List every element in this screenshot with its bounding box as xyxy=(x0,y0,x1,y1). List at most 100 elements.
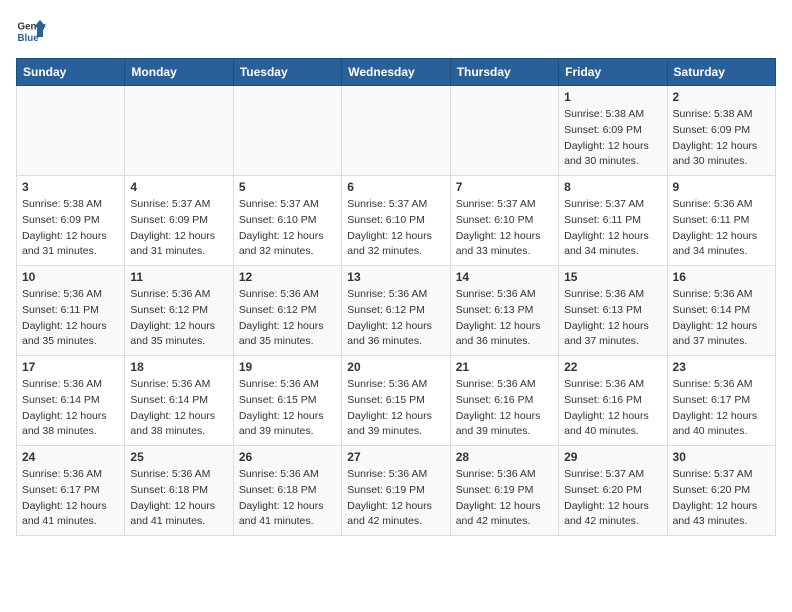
day-number: 22 xyxy=(564,360,661,374)
day-details: Sunrise: 5:36 AM Sunset: 6:11 PM Dayligh… xyxy=(22,287,119,350)
day-details: Sunrise: 5:36 AM Sunset: 6:12 PM Dayligh… xyxy=(347,287,444,350)
calendar-table: SundayMondayTuesdayWednesdayThursdayFrid… xyxy=(16,58,776,536)
day-number: 20 xyxy=(347,360,444,374)
calendar-cell-1-3: 6 Sunrise: 5:37 AM Sunset: 6:10 PM Daylig… xyxy=(342,176,450,266)
logo-icon: General Blue xyxy=(16,16,46,46)
day-number: 7 xyxy=(456,180,553,194)
day-details: Sunrise: 5:36 AM Sunset: 6:14 PM Dayligh… xyxy=(130,377,227,440)
day-details: Sunrise: 5:36 AM Sunset: 6:14 PM Dayligh… xyxy=(22,377,119,440)
day-number: 11 xyxy=(130,270,227,284)
calendar-cell-0-5: 1Sunrise: 5:38 AM Sunset: 6:09 PM Daylig… xyxy=(559,86,667,176)
day-number: 3 xyxy=(22,180,119,194)
day-details: Sunrise: 5:36 AM Sunset: 6:16 PM Dayligh… xyxy=(564,377,661,440)
day-number: 29 xyxy=(564,450,661,464)
calendar-cell-1-4: 7 Sunrise: 5:37 AM Sunset: 6:10 PM Daylig… xyxy=(450,176,558,266)
calendar-cell-3-3: 20 Sunrise: 5:36 AM Sunset: 6:15 PM Dayli… xyxy=(342,356,450,446)
day-details: Sunrise: 5:37 AM Sunset: 6:20 PM Dayligh… xyxy=(564,467,661,530)
day-number: 4 xyxy=(130,180,227,194)
day-number: 15 xyxy=(564,270,661,284)
day-number: 6 xyxy=(347,180,444,194)
day-number: 18 xyxy=(130,360,227,374)
day-number: 13 xyxy=(347,270,444,284)
calendar-cell-3-5: 22 Sunrise: 5:36 AM Sunset: 6:16 PM Dayli… xyxy=(559,356,667,446)
calendar-cell-2-3: 13 Sunrise: 5:36 AM Sunset: 6:12 PM Dayli… xyxy=(342,266,450,356)
day-details: Sunrise: 5:36 AM Sunset: 6:15 PM Dayligh… xyxy=(239,377,336,440)
calendar-cell-2-2: 12 Sunrise: 5:36 AM Sunset: 6:12 PM Dayli… xyxy=(233,266,341,356)
calendar-cell-0-0 xyxy=(17,86,125,176)
calendar-cell-4-2: 26 Sunrise: 5:36 AM Sunset: 6:18 PM Dayli… xyxy=(233,446,341,536)
calendar-cell-0-1 xyxy=(125,86,233,176)
day-number: 27 xyxy=(347,450,444,464)
day-details: Sunrise: 5:37 AM Sunset: 6:10 PM Dayligh… xyxy=(239,197,336,260)
calendar-cell-4-1: 25Sunrise: 5:36 AM Sunset: 6:18 PM Dayli… xyxy=(125,446,233,536)
day-details: Sunrise: 5:38 AM Sunset: 6:09 PM Dayligh… xyxy=(22,197,119,260)
calendar-row-1: 3 Sunrise: 5:38 AM Sunset: 6:09 PM Daylig… xyxy=(17,176,776,266)
weekday-header-thursday: Thursday xyxy=(450,59,558,86)
day-number: 12 xyxy=(239,270,336,284)
calendar-row-2: 10 Sunrise: 5:36 AM Sunset: 6:11 PM Dayli… xyxy=(17,266,776,356)
weekday-header-saturday: Saturday xyxy=(667,59,775,86)
day-details: Sunrise: 5:36 AM Sunset: 6:17 PM Dayligh… xyxy=(22,467,119,530)
day-number: 24 xyxy=(22,450,119,464)
day-number: 10 xyxy=(22,270,119,284)
calendar-cell-4-6: 30 Sunrise: 5:37 AM Sunset: 6:20 PM Dayli… xyxy=(667,446,775,536)
calendar-cell-0-6: 2 Sunrise: 5:38 AM Sunset: 6:09 PM Daylig… xyxy=(667,86,775,176)
day-details: Sunrise: 5:37 AM Sunset: 6:10 PM Dayligh… xyxy=(456,197,553,260)
day-details: Sunrise: 5:36 AM Sunset: 6:12 PM Dayligh… xyxy=(130,287,227,350)
calendar-cell-4-0: 24 Sunrise: 5:36 AM Sunset: 6:17 PM Dayli… xyxy=(17,446,125,536)
calendar-cell-0-3 xyxy=(342,86,450,176)
weekday-header-tuesday: Tuesday xyxy=(233,59,341,86)
day-details: Sunrise: 5:36 AM Sunset: 6:11 PM Dayligh… xyxy=(673,197,770,260)
day-details: Sunrise: 5:37 AM Sunset: 6:10 PM Dayligh… xyxy=(347,197,444,260)
day-number: 26 xyxy=(239,450,336,464)
day-details: Sunrise: 5:36 AM Sunset: 6:14 PM Dayligh… xyxy=(673,287,770,350)
weekday-header-row: SundayMondayTuesdayWednesdayThursdayFrid… xyxy=(17,59,776,86)
day-details: Sunrise: 5:36 AM Sunset: 6:19 PM Dayligh… xyxy=(456,467,553,530)
calendar-cell-1-6: 9 Sunrise: 5:36 AM Sunset: 6:11 PM Daylig… xyxy=(667,176,775,266)
day-details: Sunrise: 5:36 AM Sunset: 6:18 PM Dayligh… xyxy=(239,467,336,530)
calendar-cell-1-0: 3 Sunrise: 5:38 AM Sunset: 6:09 PM Daylig… xyxy=(17,176,125,266)
day-number: 28 xyxy=(456,450,553,464)
day-number: 5 xyxy=(239,180,336,194)
calendar-cell-3-4: 21 Sunrise: 5:36 AM Sunset: 6:16 PM Dayli… xyxy=(450,356,558,446)
logo: General Blue xyxy=(16,16,46,46)
day-details: Sunrise: 5:37 AM Sunset: 6:20 PM Dayligh… xyxy=(673,467,770,530)
calendar-cell-0-2 xyxy=(233,86,341,176)
day-details: Sunrise: 5:36 AM Sunset: 6:15 PM Dayligh… xyxy=(347,377,444,440)
calendar-cell-0-4 xyxy=(450,86,558,176)
calendar-cell-4-5: 29 Sunrise: 5:37 AM Sunset: 6:20 PM Dayli… xyxy=(559,446,667,536)
calendar-cell-2-6: 16Sunrise: 5:36 AM Sunset: 6:14 PM Dayli… xyxy=(667,266,775,356)
svg-text:Blue: Blue xyxy=(18,33,40,44)
calendar-cell-1-1: 4Sunrise: 5:37 AM Sunset: 6:09 PM Daylig… xyxy=(125,176,233,266)
calendar-cell-3-6: 23Sunrise: 5:36 AM Sunset: 6:17 PM Dayli… xyxy=(667,356,775,446)
calendar-row-3: 17 Sunrise: 5:36 AM Sunset: 6:14 PM Dayli… xyxy=(17,356,776,446)
calendar-cell-2-5: 15 Sunrise: 5:36 AM Sunset: 6:13 PM Dayli… xyxy=(559,266,667,356)
day-details: Sunrise: 5:38 AM Sunset: 6:09 PM Dayligh… xyxy=(673,107,770,170)
day-details: Sunrise: 5:36 AM Sunset: 6:12 PM Dayligh… xyxy=(239,287,336,350)
day-details: Sunrise: 5:36 AM Sunset: 6:13 PM Dayligh… xyxy=(564,287,661,350)
weekday-header-friday: Friday xyxy=(559,59,667,86)
day-number: 30 xyxy=(673,450,770,464)
weekday-header-wednesday: Wednesday xyxy=(342,59,450,86)
day-details: Sunrise: 5:36 AM Sunset: 6:16 PM Dayligh… xyxy=(456,377,553,440)
calendar-cell-1-5: 8Sunrise: 5:37 AM Sunset: 6:11 PM Daylig… xyxy=(559,176,667,266)
day-details: Sunrise: 5:36 AM Sunset: 6:19 PM Dayligh… xyxy=(347,467,444,530)
day-number: 2 xyxy=(673,90,770,104)
calendar-cell-1-2: 5 Sunrise: 5:37 AM Sunset: 6:10 PM Daylig… xyxy=(233,176,341,266)
calendar-cell-3-0: 17 Sunrise: 5:36 AM Sunset: 6:14 PM Dayli… xyxy=(17,356,125,446)
day-number: 1 xyxy=(564,90,661,104)
weekday-header-sunday: Sunday xyxy=(17,59,125,86)
day-number: 21 xyxy=(456,360,553,374)
calendar-row-0: 1 Sunrise: 5:38 AM Sunset: 6:09 PM Daylig… xyxy=(17,86,776,176)
calendar-cell-4-3: 27 Sunrise: 5:36 AM Sunset: 6:19 PM Dayli… xyxy=(342,446,450,536)
calendar-cell-4-4: 28 Sunrise: 5:36 AM Sunset: 6:19 PM Dayli… xyxy=(450,446,558,536)
day-number: 17 xyxy=(22,360,119,374)
calendar-row-4: 24 Sunrise: 5:36 AM Sunset: 6:17 PM Dayli… xyxy=(17,446,776,536)
calendar-cell-2-0: 10 Sunrise: 5:36 AM Sunset: 6:11 PM Dayli… xyxy=(17,266,125,356)
day-number: 19 xyxy=(239,360,336,374)
day-number: 9 xyxy=(673,180,770,194)
day-details: Sunrise: 5:36 AM Sunset: 6:18 PM Dayligh… xyxy=(130,467,227,530)
header: General Blue xyxy=(16,16,776,46)
day-number: 23 xyxy=(673,360,770,374)
day-details: Sunrise: 5:37 AM Sunset: 6:11 PM Dayligh… xyxy=(564,197,661,260)
